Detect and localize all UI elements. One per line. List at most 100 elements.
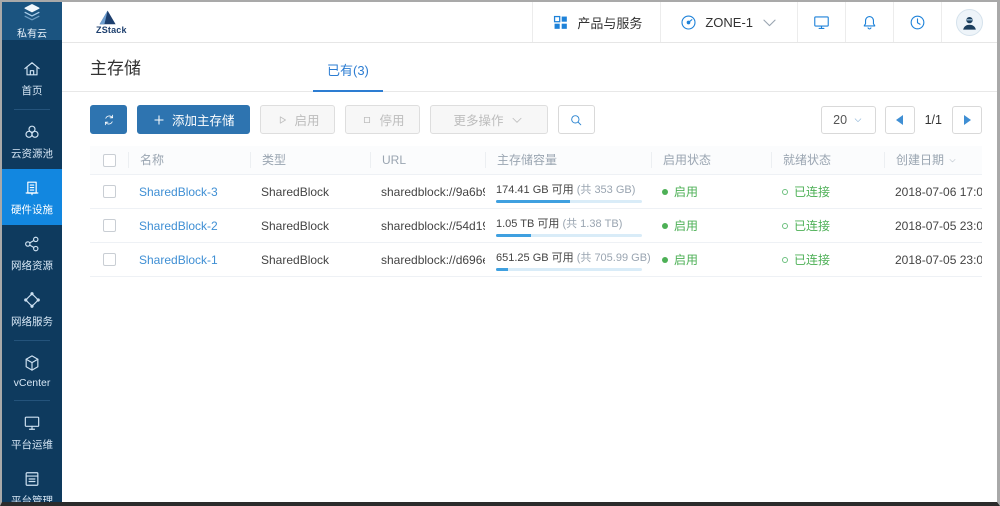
sidebar-item-network-service[interactable]: 网络服务: [2, 281, 62, 337]
search-button[interactable]: [558, 105, 595, 134]
plus-icon: [152, 113, 166, 127]
col-ready-status[interactable]: 就绪状态: [771, 152, 884, 168]
created-date: 2018-07-05 23:02:24: [884, 219, 982, 233]
page-size-value: 20: [833, 113, 847, 127]
sidebar-item-platform-ops[interactable]: 平台运维: [2, 404, 62, 460]
refresh-icon: [102, 113, 116, 127]
sidebar-item-network-resource[interactable]: 网络资源: [2, 225, 62, 281]
platform-mgmt-icon: [22, 469, 42, 489]
sidebar-item-hardware[interactable]: 硬件设施: [2, 169, 62, 225]
more-actions-button[interactable]: 更多操作: [430, 105, 548, 134]
play-icon: [275, 113, 289, 127]
topbar-right: 产品与服务 ZONE-1: [532, 2, 997, 42]
capacity-total: (共 1.38 TB): [562, 218, 622, 230]
connected-ring-icon: [782, 257, 788, 263]
capacity-available: 651.25 GB 可用: [496, 252, 574, 264]
disable-button-label: 停用: [380, 110, 405, 129]
notifications-button[interactable]: [845, 2, 893, 42]
ready-status-badge: 已连接: [782, 183, 884, 200]
enable-status-badge: 启用: [662, 217, 771, 234]
col-enable-status[interactable]: 启用状态: [651, 152, 771, 168]
sidebar-item-home[interactable]: 首页: [2, 50, 62, 106]
row-checkbox[interactable]: [103, 219, 116, 232]
sidebar-divider: [14, 109, 50, 110]
primary-storage-table: 名称 类型 URL 主存储容量 启用状态 就绪状态 创建日期 SharedBlo…: [90, 146, 982, 277]
select-all-checkbox[interactable]: [103, 154, 116, 167]
col-created[interactable]: 创建日期: [884, 152, 982, 168]
storage-name-link[interactable]: SharedBlock-3: [139, 185, 218, 199]
user-menu[interactable]: [941, 2, 997, 42]
sidebar-product-name: 私有云: [17, 25, 47, 40]
ready-status-label: 已连接: [794, 217, 830, 234]
tab-existing[interactable]: 已有(3): [313, 60, 383, 92]
sidebar-item-cloud-pool[interactable]: 云资源池: [2, 113, 62, 169]
row-checkbox[interactable]: [103, 253, 116, 266]
storage-url: sharedblock://d696e58...: [370, 253, 485, 267]
storage-name-link[interactable]: SharedBlock-1: [139, 253, 218, 267]
col-created-label: 创建日期: [896, 152, 944, 168]
col-type[interactable]: 类型: [250, 152, 370, 168]
enabled-dot-icon: [662, 223, 668, 229]
table-row: SharedBlock-1 SharedBlock sharedblock://…: [90, 243, 982, 277]
network-resource-icon: [22, 234, 42, 254]
zone-icon: [679, 13, 698, 32]
enable-button-label: 启用: [295, 110, 320, 129]
sidebar-item-label: 网络服务: [11, 314, 53, 329]
stack-icon: [21, 2, 43, 24]
sidebar-item-vcenter[interactable]: vCenter: [2, 344, 62, 397]
more-actions-label: 更多操作: [454, 110, 504, 129]
capacity-available: 1.05 TB 可用: [496, 218, 559, 230]
col-url[interactable]: URL: [370, 152, 485, 168]
zstack-logo[interactable]: ZStack: [62, 2, 127, 42]
sidebar-divider: [14, 400, 50, 401]
history-button[interactable]: [893, 2, 941, 42]
chevron-down-icon: [510, 113, 524, 127]
disable-button[interactable]: 停用: [345, 105, 420, 134]
products-services-label: 产品与服务: [577, 13, 642, 32]
created-date: 2018-07-06 17:05:32: [884, 185, 982, 199]
vcenter-icon: [22, 353, 42, 373]
row-checkbox[interactable]: [103, 185, 116, 198]
stop-icon: [360, 113, 374, 127]
sidebar-item-platform-mgmt[interactable]: 平台管理: [2, 460, 62, 506]
main-area: ZStack 产品与服务 ZONE-1: [62, 2, 997, 502]
table-row: SharedBlock-3 SharedBlock sharedblock://…: [90, 175, 982, 209]
storage-name-link[interactable]: SharedBlock-2: [139, 219, 218, 233]
storage-url: sharedblock://54d198b...: [370, 219, 485, 233]
col-name[interactable]: 名称: [128, 152, 250, 168]
content: 主存储 已有(3) 添加主存储 启用 停用: [62, 43, 997, 502]
search-icon: [568, 112, 584, 128]
sidebar-nav: 首页 云资源池 硬件设施 网络资源 网络服务 vCenter: [2, 40, 62, 506]
avatar: [956, 9, 983, 36]
products-services-menu[interactable]: 产品与服务: [532, 2, 660, 42]
add-primary-storage-button[interactable]: 添加主存储: [137, 105, 250, 134]
col-capacity[interactable]: 主存储容量: [485, 152, 651, 168]
sidebar-divider: [14, 340, 50, 341]
console-button[interactable]: [797, 2, 845, 42]
ready-status-badge: 已连接: [782, 251, 884, 268]
next-page-button[interactable]: [952, 106, 982, 134]
created-date: 2018-07-05 23:01:50: [884, 253, 982, 267]
refresh-button[interactable]: [90, 105, 127, 134]
sidebar-item-label: 首页: [22, 83, 43, 98]
enable-button[interactable]: 启用: [260, 105, 335, 134]
home-icon: [22, 59, 42, 79]
enable-status-label: 启用: [674, 217, 698, 234]
ready-status-badge: 已连接: [782, 217, 884, 234]
page-size-select[interactable]: 20: [821, 106, 876, 134]
page-indicator: 1/1: [925, 113, 942, 127]
storage-type: SharedBlock: [250, 219, 370, 233]
ops-icon: [22, 413, 42, 433]
storage-url: sharedblock://9a6b940...: [370, 185, 485, 199]
sidebar-logo[interactable]: 私有云: [2, 2, 62, 40]
chevron-down-icon: [853, 115, 863, 125]
storage-type: SharedBlock: [250, 253, 370, 267]
sidebar: 私有云 首页 云资源池 硬件设施 网络资源 网络服务: [2, 2, 62, 502]
table-row: SharedBlock-2 SharedBlock sharedblock://…: [90, 209, 982, 243]
prev-page-button[interactable]: [885, 106, 915, 134]
sort-icon: [948, 156, 957, 165]
zone-selector[interactable]: ZONE-1: [660, 2, 797, 42]
enable-status-badge: 启用: [662, 183, 771, 200]
capacity-cell: 1.05 TB 可用 (共 1.38 TB): [485, 215, 651, 237]
network-service-icon: [22, 290, 42, 310]
